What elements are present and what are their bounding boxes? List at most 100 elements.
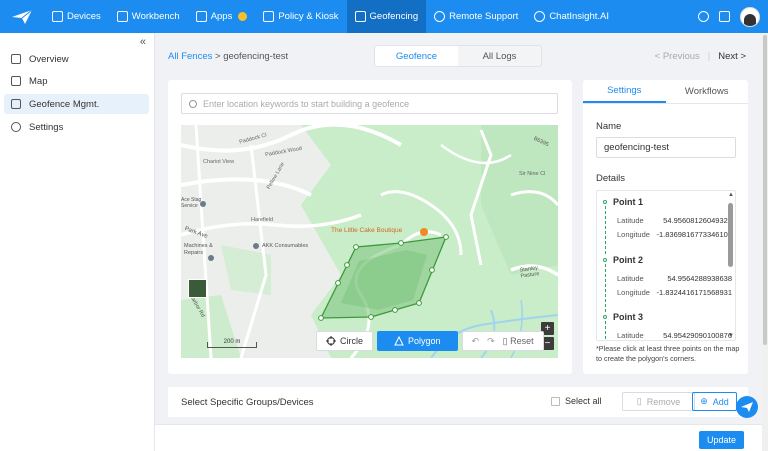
map-label: Sir Nine Cl <box>519 171 546 177</box>
map-label: Machines & Repairs <box>184 243 213 256</box>
plus-circle-icon: ⊕ <box>700 396 708 406</box>
scroll-down-icon[interactable]: ▼ <box>728 333 734 339</box>
location-search-input[interactable]: Enter location keywords to start buildin… <box>181 93 558 114</box>
previous-button[interactable]: < Previous <box>655 51 700 62</box>
view-tabs: Geofence All Logs <box>374 45 542 67</box>
longitude-value: -1.8324416171568931 <box>656 288 733 297</box>
nav-item-workbench[interactable]: Workbench <box>109 0 188 33</box>
page-scrollbar-thumb[interactable] <box>763 35 767 345</box>
workbench-icon <box>116 11 128 22</box>
latitude-label: Latitude <box>617 216 644 225</box>
details-label: Details <box>596 173 626 184</box>
nav-item-geofencing[interactable]: Geofencing <box>346 0 427 33</box>
coin-badge-icon <box>238 12 248 21</box>
latitude-value: 54.95608126049322 <box>663 216 732 225</box>
add-label: Add <box>712 396 729 407</box>
trash-icon: ▯ <box>636 396 642 406</box>
geofence-name-input[interactable]: geofencing-test <box>596 137 736 158</box>
sidebar-item-label: Overview <box>29 53 69 65</box>
tab-workflows[interactable]: Workflows <box>666 80 749 103</box>
circle-tool-button[interactable]: Circle <box>316 331 374 351</box>
map-canvas[interactable]: The Little Cake Boutique Paddock Wood Pa… <box>181 125 558 358</box>
tab-geofence[interactable]: Geofence <box>375 46 458 66</box>
point-marker-icon <box>603 258 607 262</box>
polygon-label: Polygon <box>408 336 441 346</box>
help-icon[interactable] <box>698 11 709 22</box>
nav-label: ChatInsight.AI <box>549 11 609 22</box>
remove-button[interactable]: ▯ Remove <box>622 392 695 411</box>
longitude-value: -1.8369816773346106 <box>656 230 733 239</box>
settings-tabs: Settings Workflows <box>583 80 748 104</box>
update-button[interactable]: Update <box>699 431 744 449</box>
sidebar-item-map[interactable]: Map <box>4 71 149 91</box>
nav-item-remote-support[interactable]: Remote Support <box>426 0 526 33</box>
avatar[interactable] <box>740 6 760 27</box>
assistant-fab-button[interactable] <box>736 396 758 418</box>
map-card: Enter location keywords to start buildin… <box>168 80 572 374</box>
group-selection-bar: Select Specific Groups/Devices Select al… <box>168 387 748 417</box>
checkbox-box <box>551 396 560 406</box>
policy-icon <box>263 11 275 22</box>
map-label: Chariot View <box>203 159 235 165</box>
circle-label: Circle <box>340 336 364 346</box>
breadcrumb-current: geofencing-test <box>223 51 289 62</box>
scrollbar-thumb[interactable] <box>728 203 733 267</box>
nav-item-devices[interactable]: Devices <box>44 0 109 33</box>
sidebar-item-overview[interactable]: Overview <box>4 49 149 69</box>
nav-item-chatinsight[interactable]: ChatInsight.AI <box>526 0 617 33</box>
points-list: Point 1 Latitude 54.95608126049322 Longit… <box>596 190 736 341</box>
geofence-mgmt-icon <box>11 99 21 109</box>
scale-label: 200 m <box>223 339 241 345</box>
home-icon[interactable] <box>719 11 730 22</box>
nav-item-policy-kiosk[interactable]: Policy & Kiosk <box>255 0 346 33</box>
select-all-checkbox[interactable]: Select all <box>551 396 602 406</box>
search-icon <box>189 99 197 108</box>
nav-label: Policy & Kiosk <box>278 11 339 22</box>
breadcrumb-all-fences-link[interactable]: All Fences <box>168 51 212 62</box>
tab-settings[interactable]: Settings <box>583 80 666 103</box>
pager-separator: | <box>707 51 711 62</box>
add-button[interactable]: ⊕ Add <box>692 392 737 411</box>
point-connector <box>605 321 606 340</box>
app-logo[interactable] <box>0 0 44 33</box>
search-placeholder: Enter location keywords to start buildin… <box>203 98 410 109</box>
nav-label: Apps <box>210 11 233 22</box>
latitude-label: Latitude <box>617 331 644 340</box>
name-label: Name <box>596 121 622 132</box>
point-name: Point 3 <box>613 312 644 322</box>
page-scrollbar[interactable] <box>762 33 768 451</box>
geofence-icon <box>354 11 366 22</box>
sidebar-item-settings[interactable]: Settings <box>4 117 149 137</box>
footer-bar: Update <box>155 424 768 451</box>
top-navigation-bar: Devices Workbench Apps Policy & Kiosk Ge… <box>0 0 768 33</box>
satellite-layer-toggle[interactable] <box>188 279 207 298</box>
drawing-toolbar: Circle Polygon ↶ ↷ ▯ Reset <box>316 331 544 351</box>
scroll-up-icon[interactable]: ▲ <box>728 192 734 198</box>
user-silhouette-icon <box>744 13 756 26</box>
settings-card: Settings Workflows Name geofencing-test … <box>583 80 748 374</box>
point-marker-icon <box>603 200 607 204</box>
redo-icon[interactable]: ↷ <box>487 336 495 347</box>
map-label-place: The Little Cake Boutique <box>331 227 403 234</box>
collapse-sidebar-icon[interactable]: « <box>140 36 146 48</box>
record-pager: < Previous | Next > <box>655 51 746 62</box>
apps-icon <box>195 11 207 22</box>
polygon-tool-button[interactable]: Polygon <box>377 331 458 351</box>
select-all-label: Select all <box>565 396 602 406</box>
sidebar: « Overview Map Geofence Mgmt. Settings <box>0 33 155 451</box>
overview-icon <box>11 54 21 64</box>
remote-support-icon <box>434 11 446 22</box>
undo-icon[interactable]: ↶ <box>472 336 480 347</box>
group-selection-title: Select Specific Groups/Devices <box>181 396 314 408</box>
next-button[interactable]: Next > <box>718 51 746 62</box>
reset-button[interactable]: ▯ Reset <box>503 336 534 347</box>
trash-icon: ▯ <box>502 335 508 346</box>
latitude-value: 54.9564288938638 <box>667 274 732 283</box>
points-scrollbar[interactable]: ▲ ▼ <box>728 192 734 339</box>
tab-all-logs[interactable]: All Logs <box>458 46 541 66</box>
nav-item-apps[interactable]: Apps <box>188 0 256 33</box>
map-label: AKK Consumables <box>262 243 309 249</box>
paper-plane-logo-icon <box>12 9 33 24</box>
map-label: Harefield <box>251 217 274 223</box>
sidebar-item-geofence-mgmt[interactable]: Geofence Mgmt. <box>4 94 149 114</box>
